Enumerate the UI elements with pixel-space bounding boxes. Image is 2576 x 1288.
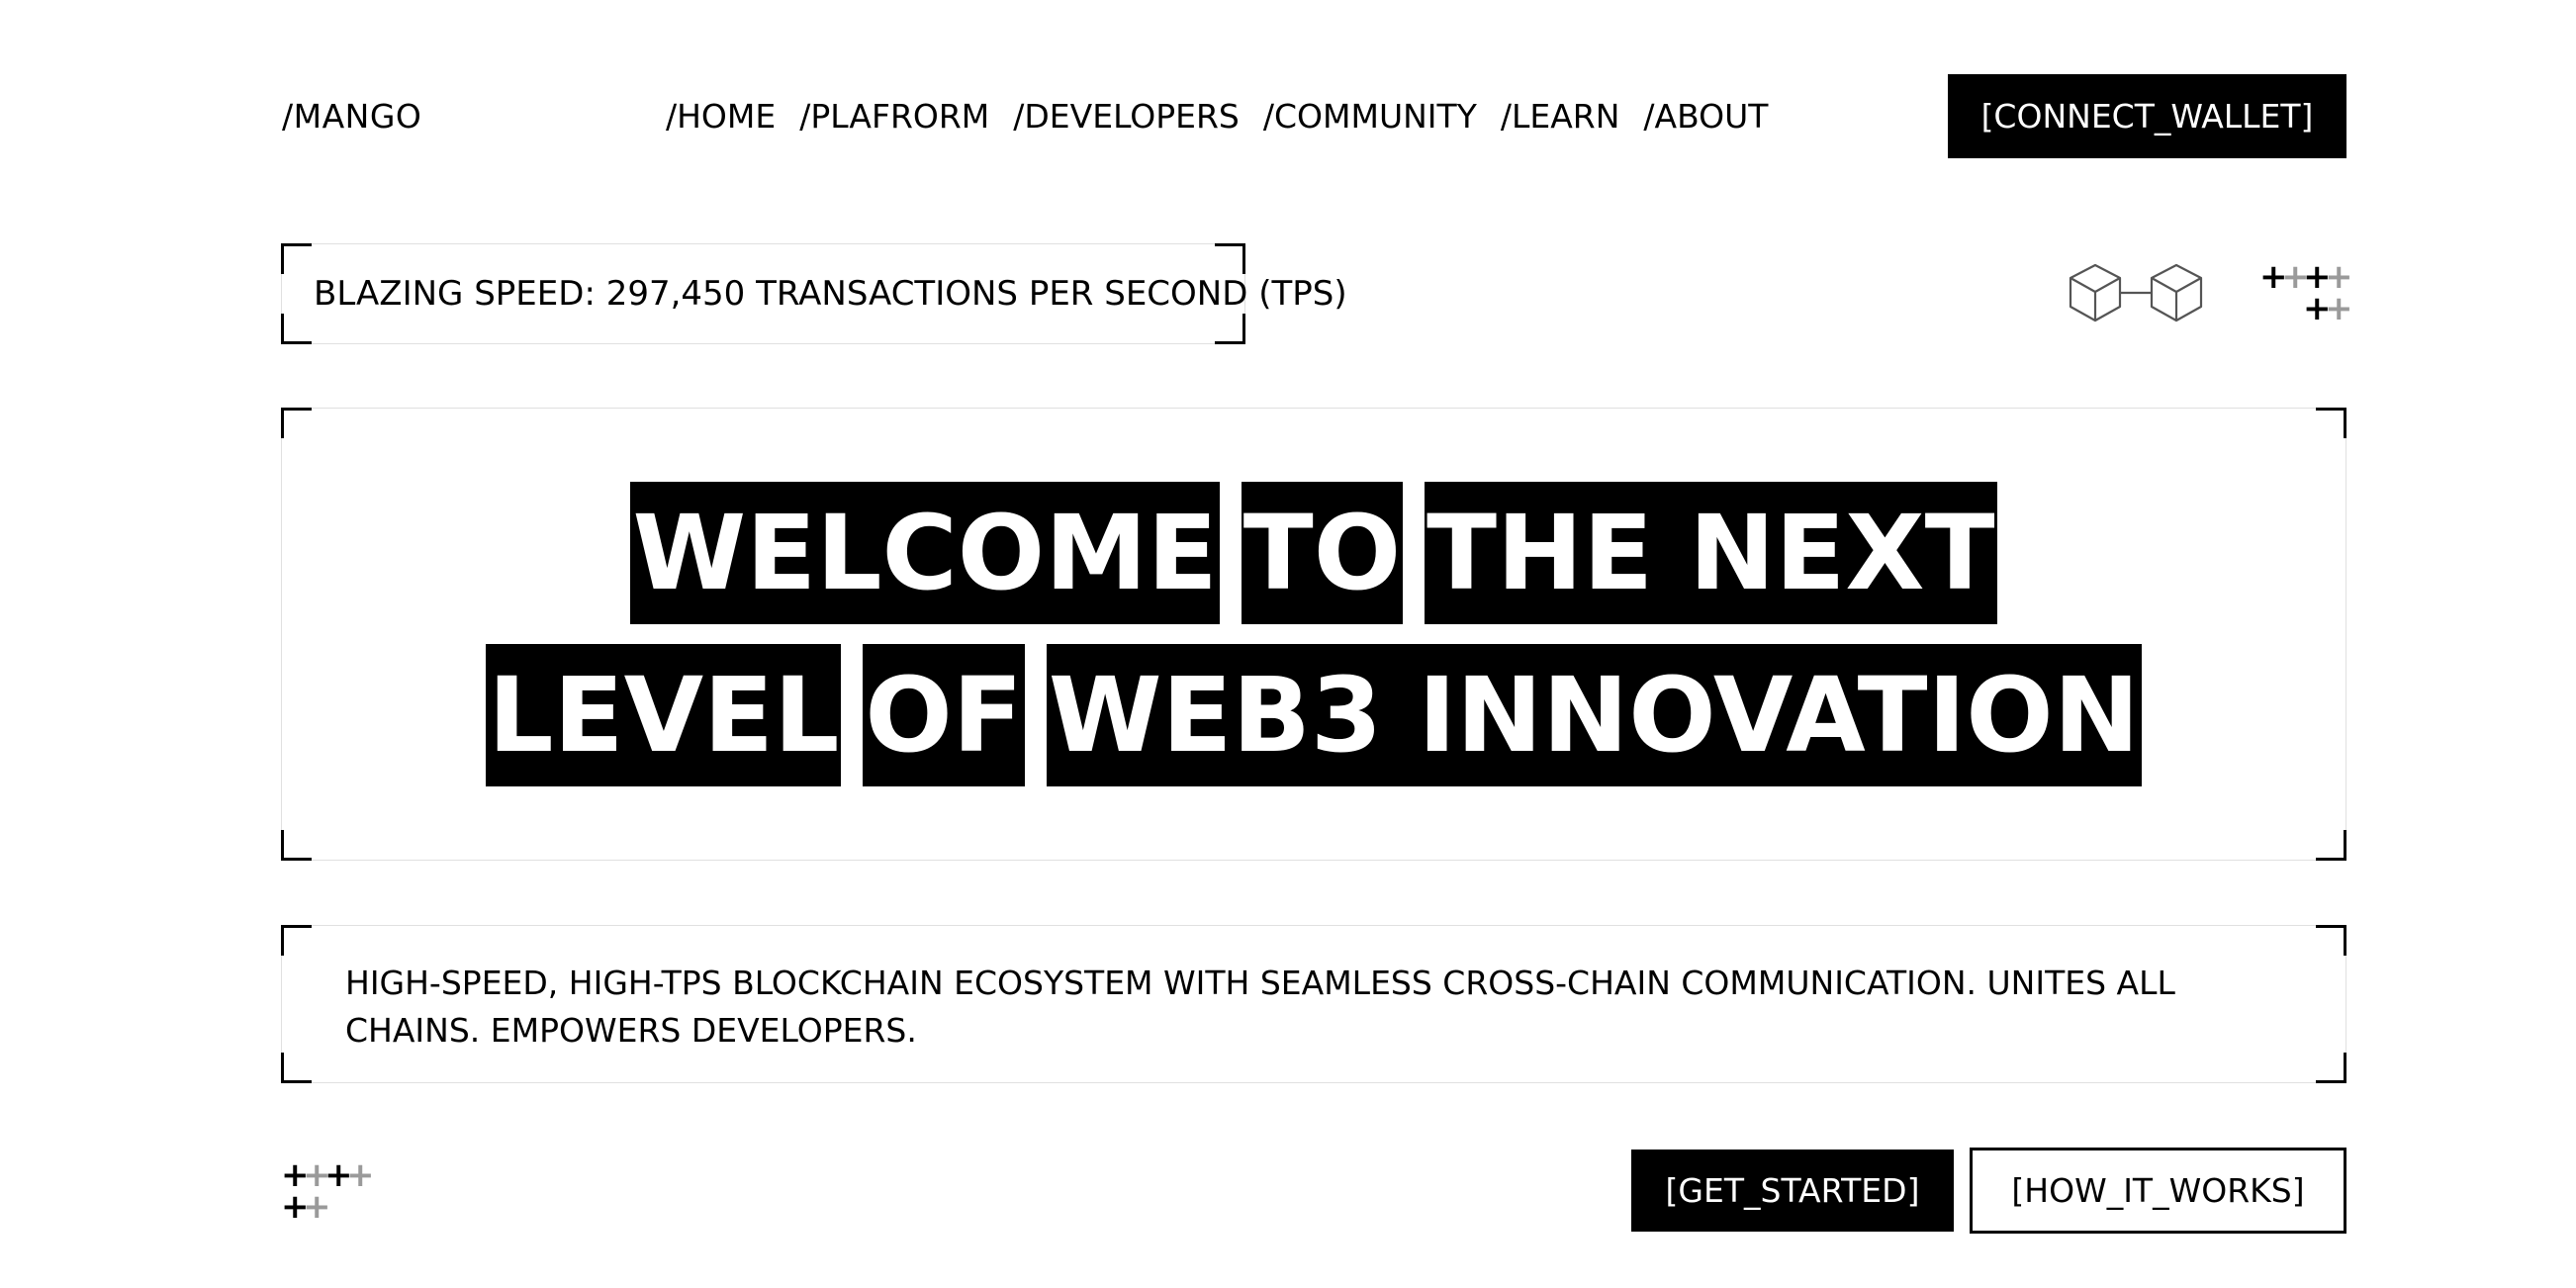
hero-word: WEB3 INNOVATION [1046, 644, 2142, 786]
description-box: HIGH-SPEED, HIGH-TPS BLOCKCHAIN ECOSYSTE… [281, 925, 2346, 1083]
nav-about[interactable]: /ABOUT [1643, 97, 1768, 136]
nav-developers[interactable]: /DEVELOPERS [1013, 97, 1240, 136]
hero-word: OF [863, 644, 1025, 786]
nav-learn[interactable]: /LEARN [1501, 97, 1620, 136]
speed-banner-text: BLAZING SPEED: 297,450 TRANSACTIONS PER … [314, 274, 1347, 314]
hero-section: WELCOME TO THE NEXT LEVEL OF WEB3 INNOVA… [281, 408, 2346, 861]
speed-banner: BLAZING SPEED: 297,450 TRANSACTIONS PER … [281, 243, 1347, 344]
hero-title-line-2: LEVEL OF WEB3 INNOVATION [282, 644, 2346, 786]
hero-title-line-1: WELCOME TO THE NEXT [282, 482, 2346, 624]
connect-wallet-button[interactable]: [CONNECT_WALLET] [1948, 74, 2346, 158]
plus-pattern-icon: + + + + + + [281, 1155, 375, 1227]
main-nav: /HOME /PLAFRORM /DEVELOPERS /COMMUNITY /… [666, 97, 1768, 136]
hero-word: TO [1241, 482, 1404, 624]
blockchain-cubes-icon [2069, 263, 2203, 322]
logo[interactable]: /MANGO [282, 97, 421, 136]
description-text: HIGH-SPEED, HIGH-TPS BLOCKCHAIN ECOSYSTE… [345, 964, 2175, 1050]
nav-community[interactable]: /COMMUNITY [1263, 97, 1477, 136]
hero-word: LEVEL [486, 644, 842, 786]
how-it-works-button[interactable]: [HOW_IT_WORKS] [1970, 1148, 2346, 1234]
hero-word: THE NEXT [1425, 482, 1997, 624]
hero-word: WELCOME [630, 482, 1220, 624]
nav-platform[interactable]: /PLAFRORM [799, 97, 989, 136]
get-started-button[interactable]: [GET_STARTED] [1631, 1150, 1954, 1232]
plus-pattern-icon: + + + + + + [2259, 257, 2353, 328]
nav-home[interactable]: /HOME [666, 97, 776, 136]
